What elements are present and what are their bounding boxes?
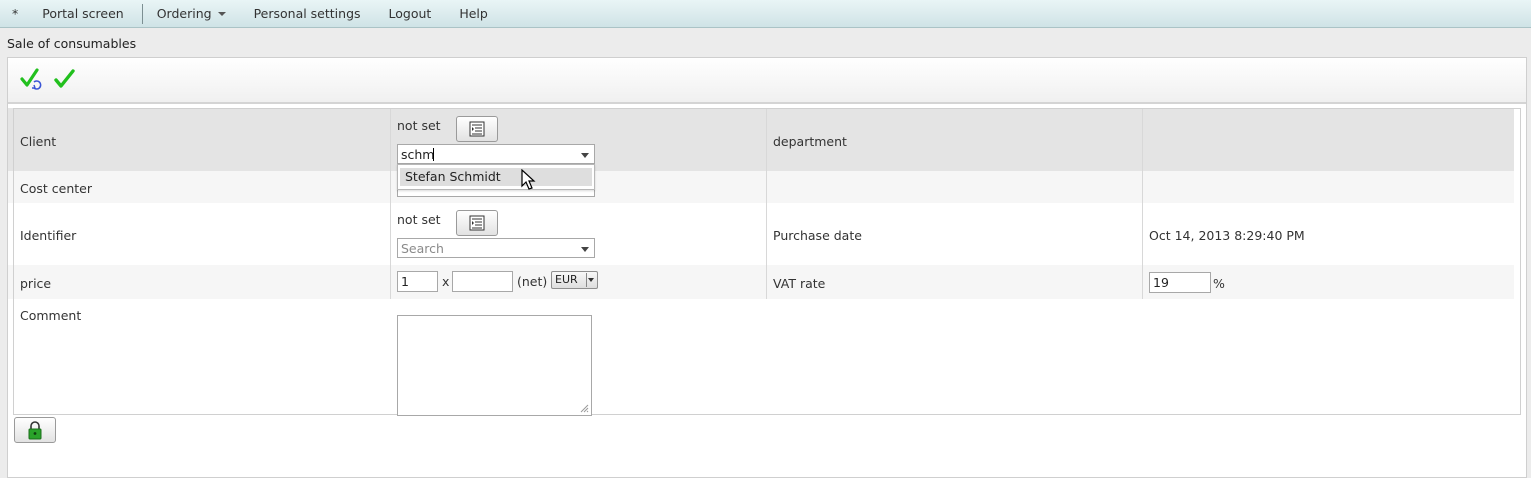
check-refresh-icon[interactable] [19, 67, 45, 93]
client-value: not set [397, 118, 441, 133]
dropdown-arrow-icon[interactable] [581, 247, 589, 252]
identifier-search-placeholder: Search [401, 241, 444, 256]
price-label: price [20, 276, 52, 291]
quantity-input[interactable]: 1 [397, 271, 438, 292]
lock-button[interactable] [14, 417, 56, 443]
net-price-input[interactable] [452, 271, 513, 292]
menu-portal-screen[interactable]: Portal screen [28, 0, 137, 28]
menu-bar: * Portal screen Ordering Personal settin… [0, 0, 1531, 28]
main-panel: Client not set schm department Cost cent… [7, 57, 1527, 478]
department-label: department [773, 134, 847, 149]
purchase-date-label: Purchase date [773, 228, 862, 243]
currency-value: EUR [555, 273, 578, 286]
text-cursor [433, 148, 434, 161]
client-search-input[interactable]: schm [397, 144, 595, 164]
client-label: Client [20, 134, 57, 149]
chevron-down-icon [588, 278, 594, 282]
comment-textarea[interactable] [397, 315, 592, 416]
form-border [13, 108, 1521, 415]
lock-icon [28, 421, 42, 440]
vat-rate-label: VAT rate [773, 276, 826, 291]
cost-center-label: Cost center [20, 181, 92, 196]
client-select-button[interactable] [456, 116, 498, 142]
net-label: (net) [517, 274, 548, 289]
client-search-text: schm [401, 147, 435, 162]
page-title: Sale of consumables [7, 36, 137, 51]
dropdown-arrow-icon[interactable] [581, 153, 589, 158]
menu-ordering[interactable]: Ordering [143, 0, 240, 28]
mouse-pointer-icon [521, 169, 536, 190]
purchase-date-value: Oct 14, 2013 8:29:40 PM [1149, 228, 1305, 243]
identifier-value: not set [397, 212, 441, 227]
identifier-select-button[interactable] [456, 210, 498, 236]
resize-handle-icon[interactable] [580, 404, 589, 413]
identifier-search-input[interactable]: Search [397, 238, 595, 258]
list-icon [469, 121, 485, 137]
menu-logout[interactable]: Logout [375, 0, 446, 28]
menu-ordering-label: Ordering [156, 5, 212, 21]
client-autocomplete-list: Stefan Schmidt [397, 164, 595, 190]
toolbar [8, 58, 1526, 104]
chevron-down-icon [217, 12, 226, 16]
comment-label: Comment [20, 308, 82, 323]
vat-percent-sign: % [1213, 276, 1225, 291]
times-sign: x [442, 274, 450, 289]
check-icon[interactable] [52, 67, 78, 93]
autocomplete-option-stefan-schmidt[interactable]: Stefan Schmidt [400, 168, 592, 186]
menu-help[interactable]: Help [445, 0, 502, 28]
list-icon [469, 215, 485, 231]
vat-rate-input[interactable]: 19 [1149, 272, 1211, 293]
identifier-label: Identifier [20, 228, 77, 243]
menu-personal-settings[interactable]: Personal settings [240, 0, 375, 28]
menu-star[interactable]: * [0, 0, 28, 28]
currency-select[interactable]: EUR [551, 271, 598, 289]
